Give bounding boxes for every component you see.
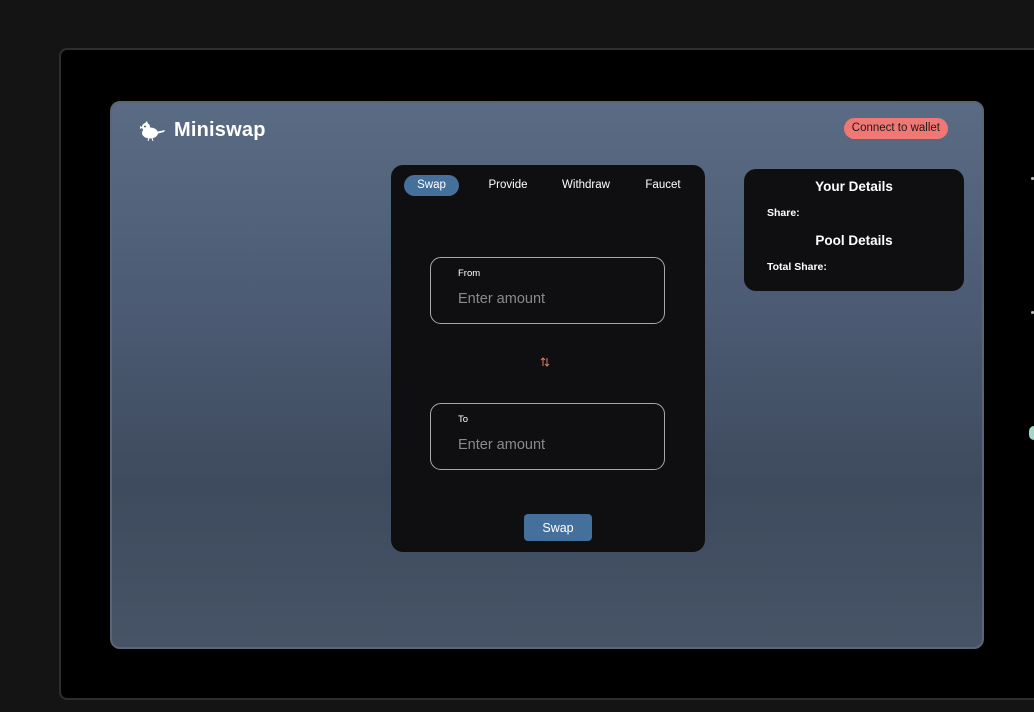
app-window: Miniswap Connect to wallet Swap Provide … xyxy=(110,101,984,649)
bird-logo-icon xyxy=(140,120,165,141)
total-share-label: Total Share: xyxy=(767,261,827,273)
swap-button[interactable]: Swap xyxy=(524,514,592,541)
tab-bar: Swap Provide Withdraw Faucet xyxy=(404,175,694,197)
details-card: Your Details Share: Pool Details Total S… xyxy=(744,169,964,291)
tab-withdraw[interactable]: Withdraw xyxy=(555,175,617,196)
tab-swap[interactable]: Swap xyxy=(404,175,459,196)
from-field: From xyxy=(430,257,665,324)
brand[interactable]: Miniswap xyxy=(138,119,266,142)
connect-wallet-button[interactable]: Connect to wallet xyxy=(843,118,948,139)
from-label: From xyxy=(458,268,481,279)
from-amount-input[interactable] xyxy=(458,288,648,310)
pool-details-title: Pool Details xyxy=(815,233,893,248)
to-amount-input[interactable] xyxy=(458,434,648,456)
swap-card: Swap Provide Withdraw Faucet From To Swa… xyxy=(391,165,705,552)
tab-provide[interactable]: Provide xyxy=(480,175,536,196)
app-name: Miniswap xyxy=(174,119,266,141)
swap-direction-icon[interactable] xyxy=(540,356,550,368)
share-label: Share: xyxy=(767,207,800,219)
to-label: To xyxy=(458,414,469,425)
edge-mark xyxy=(1029,426,1034,440)
your-details-title: Your Details xyxy=(815,179,893,194)
to-field: To xyxy=(430,403,665,470)
tab-faucet[interactable]: Faucet xyxy=(636,175,690,196)
